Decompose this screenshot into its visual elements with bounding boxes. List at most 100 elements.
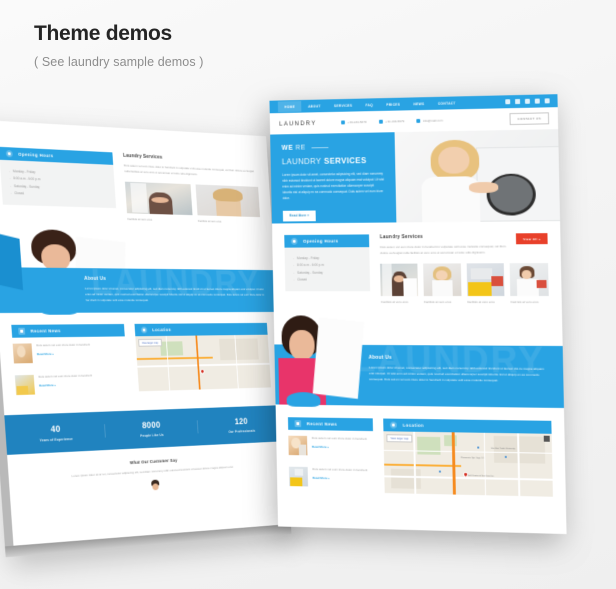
service-photo	[509, 263, 549, 297]
news-item[interactable]: Duis autem vel eum iriure dolor in hendr…	[288, 461, 375, 494]
map-label: Van Hoa Trade University	[490, 447, 516, 451]
service-caption: Facilisis at vero eros	[381, 300, 409, 304]
back-about-band: LAUNDRY About Us Lorem ipsum dolor sit a…	[0, 267, 278, 314]
nav-item-services[interactable]: SERVICES	[327, 100, 359, 111]
news-text: Duis autem vel eum iriure dolor in hendr…	[311, 436, 367, 441]
back-location-title: Location	[152, 327, 172, 333]
stat-number: 8000	[141, 420, 161, 431]
stat-item: 120 Our Professionals	[197, 415, 285, 435]
view-larger-map-button[interactable]: View larger map	[386, 434, 413, 443]
back-page-surface: Opening Hours Monday - Friday 8:00 a.m -…	[0, 119, 292, 549]
twitter-icon[interactable]	[534, 98, 540, 104]
hero-re: RE	[295, 144, 306, 152]
back-about-body: Lorem ipsum dolor sit amet, consectetur …	[84, 286, 265, 303]
news-item[interactable]: Duis autem vel eum iriure dolor in hendr…	[12, 336, 127, 369]
hero-services: SERVICES	[323, 155, 367, 166]
back-map[interactable]: View larger map	[135, 334, 272, 392]
news-text: Duis autem vel eum iriure dolor in hendr…	[312, 467, 368, 473]
nav-item-home[interactable]: HOME	[277, 100, 302, 113]
clock-icon	[5, 150, 13, 158]
instagram-icon[interactable]	[515, 98, 521, 105]
back-recent-news-title: Recent News	[30, 328, 61, 334]
front-page-mockup[interactable]: HOME ABOUT SERVICES FAQ PRICES NEWS CONT…	[269, 94, 567, 535]
service-photo	[423, 263, 462, 297]
view-all-button[interactable]: View All »	[516, 233, 548, 245]
contact-email: info@mail.com	[416, 118, 443, 123]
hours-row: Closed	[294, 276, 362, 283]
view-larger-map-button[interactable]: View larger map	[138, 338, 162, 347]
news-item[interactable]: Duis autem vel eum iriure dolor in hendr…	[288, 430, 374, 463]
contact-email-text: info@mail.com	[422, 118, 443, 123]
clock-icon	[290, 237, 298, 245]
news-item[interactable]: Duis autem vel eum iriure dolor in hendr…	[14, 367, 129, 401]
nav-item-prices[interactable]: PRICES	[380, 99, 407, 110]
newspaper-icon	[18, 327, 26, 335]
news-read-more-link[interactable]: Read More »	[313, 476, 368, 481]
stat-number: 120	[234, 416, 249, 427]
hero-photo	[394, 129, 561, 223]
newspaper-icon	[294, 420, 302, 428]
contact-fax-text: + 84-234-5679	[384, 119, 405, 124]
about-band: LAUNDRY About Us Lorem ipsum dolor sit a…	[274, 344, 564, 409]
about-body: Lorem ipsum dolor sit amet, consectetur …	[368, 365, 545, 383]
nav-item-news[interactable]: NEWS	[407, 98, 432, 109]
news-thumbnail	[12, 343, 33, 364]
hero-body: Lorem ipsum dolor sit amet, consectetur …	[282, 171, 385, 200]
hero-rule	[311, 146, 328, 149]
service-caption: Facilisis at vero eros	[423, 300, 452, 304]
news-text: Duis autem vel eum iriure dolor in hendr…	[36, 342, 90, 348]
hero-line-2: LAUNDRY SERVICES	[282, 155, 384, 166]
back-opening-hours-title: Opening Hours	[18, 151, 54, 159]
service-caption: Facilisis at vero eros	[510, 300, 539, 305]
contact-info: + 84-234-5678 + 84-234-5679 info@mail.co…	[341, 118, 443, 125]
location-map[interactable]: Self Center at San Jose Inc. Van Hoa Tra…	[383, 431, 553, 497]
service-card[interactable]: Facilisis at vero eros	[423, 263, 462, 304]
news-list: Duis autem vel eum iriure dolor in hendr…	[288, 430, 374, 494]
location-title: Location	[402, 422, 424, 429]
rss-icon[interactable]	[544, 98, 550, 104]
stat-label: Years of Experience	[39, 437, 74, 443]
service-card[interactable]: Facilisis at vero eros	[124, 181, 193, 223]
page-title: Theme demos	[34, 22, 172, 45]
back-page-mockup[interactable]: Opening Hours Monday - Friday 8:00 a.m -…	[0, 119, 292, 558]
nav-item-faq[interactable]: FAQ	[359, 99, 380, 110]
stat-label: Our Professionals	[228, 429, 256, 434]
map-label: Pharmacie Dpt. Sept. 12	[460, 457, 484, 460]
service-card[interactable]: Facilisis at vero eros	[466, 263, 505, 304]
hero-laundry: LAUNDRY	[281, 155, 322, 167]
stat-item: 8000 People Like Us	[104, 419, 198, 440]
contact-phone: + 84-234-5678	[341, 120, 366, 125]
service-photo	[195, 184, 261, 218]
service-card[interactable]: Facilisis at vero eros	[380, 263, 419, 304]
social-links	[505, 98, 550, 105]
hero-read-more-button[interactable]: Read More »	[282, 210, 316, 222]
service-photo	[466, 263, 505, 297]
hero-text-panel: WE RE LAUNDRY SERVICES Lorem ipsum dolor…	[270, 132, 397, 224]
back-opening-hours-body: Monday - Friday 8:00 a.m - 6:00 p.m Satu…	[0, 159, 117, 209]
back-about-title: About Us	[84, 275, 107, 282]
contact-us-button[interactable]: CONTACT US	[509, 112, 550, 126]
phone-icon	[341, 120, 345, 125]
news-read-more-link[interactable]: Read More »	[39, 382, 93, 387]
front-page-surface: HOME ABOUT SERVICES FAQ PRICES NEWS CONT…	[269, 94, 567, 535]
news-thumbnail	[288, 435, 308, 456]
stat-label: People Like Us	[140, 433, 164, 438]
nav-item-about[interactable]: ABOUT	[301, 100, 327, 111]
news-read-more-link[interactable]: Read More »	[312, 445, 367, 450]
hero-section: WE RE LAUNDRY SERVICES Lorem ipsum dolor…	[270, 129, 561, 224]
news-read-more-link[interactable]: Read More »	[37, 351, 91, 356]
nav-item-contact[interactable]: CONTACT	[431, 97, 462, 109]
hero-we: WE	[281, 144, 294, 152]
service-photo	[380, 263, 419, 297]
google-plus-icon[interactable]	[524, 98, 530, 104]
back-services-body: Duis autem vel eum iriure dolor in hendr…	[123, 163, 254, 177]
facebook-icon[interactable]	[505, 99, 511, 105]
services-title: Laundry Services	[379, 234, 423, 241]
page-subtitle: ( See laundry sample demos )	[34, 55, 204, 69]
service-card[interactable]: Facilisis at vero eros	[509, 263, 549, 305]
map-fullscreen-icon[interactable]	[543, 435, 550, 442]
service-card[interactable]: Facilisis at vero eros	[195, 184, 261, 225]
site-logo[interactable]: LAUNDRY	[279, 120, 317, 128]
opening-hours-header: Opening Hours	[284, 234, 370, 248]
map-pin-icon	[390, 421, 398, 429]
